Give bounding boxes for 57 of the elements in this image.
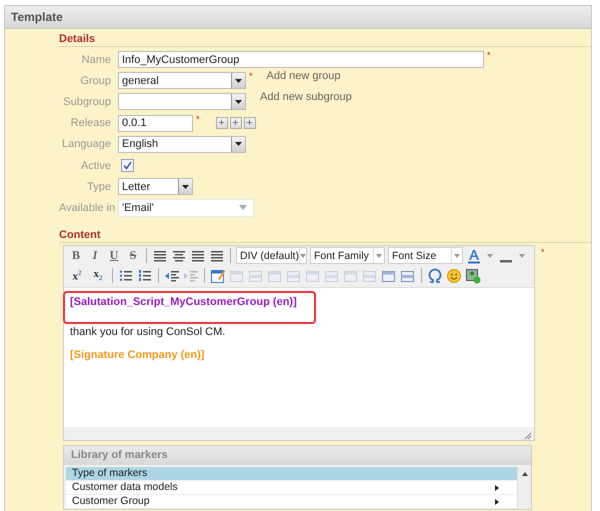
dropdown[interactable]: DIV (default) xyxy=(236,247,307,264)
add-button[interactable]: + xyxy=(230,117,242,130)
required-mark: * xyxy=(249,71,253,82)
editor-body[interactable]: [Salutation_Script_MyCustomerGroup (en)] thank you for using ConSol CM. [Signature Company (en)] xyxy=(64,286,534,426)
field-label: Group xyxy=(79,74,111,87)
field-label: Type xyxy=(86,180,111,193)
add-button[interactable]: + xyxy=(244,117,256,130)
strike-button[interactable]: S xyxy=(125,248,141,264)
numbered-list-icon[interactable] xyxy=(137,268,153,284)
italic-button[interactable]: I xyxy=(87,248,103,264)
marker-list-item[interactable]: Customer data models xyxy=(66,480,517,494)
library-title: Library of markers xyxy=(64,446,531,464)
multi-select-field[interactable]: 'Email' xyxy=(118,198,254,217)
panel-title: Template xyxy=(5,6,591,29)
text-field[interactable]: Info_MyCustomerGroup xyxy=(118,51,484,68)
add-button[interactable]: + xyxy=(216,117,228,130)
dropdown[interactable]: English xyxy=(118,136,246,153)
required-mark: * xyxy=(487,50,491,60)
field-label: Active xyxy=(80,160,111,172)
body-text: thank you for using ConSol CM. xyxy=(70,326,226,338)
resize-grip-icon[interactable] xyxy=(523,430,532,440)
underline-button[interactable]: U xyxy=(106,248,122,264)
bullet-list-icon[interactable] xyxy=(118,268,134,284)
section-heading: Content xyxy=(59,228,101,240)
marker-list-item[interactable]: Type of markers xyxy=(66,466,517,480)
field-label: Name xyxy=(80,54,111,66)
dropdown-arrow-icon[interactable] xyxy=(235,100,242,104)
marker-text: [Signature Company (en)] xyxy=(70,348,204,360)
scroll-up-arrow-icon[interactable] xyxy=(522,472,528,476)
omega-icon[interactable] xyxy=(427,268,443,284)
field-label: Language xyxy=(61,138,111,150)
dropdown[interactable]: Letter xyxy=(118,178,193,196)
font-color-icon[interactable] xyxy=(466,248,482,264)
scrollbar[interactable] xyxy=(517,466,531,508)
dropdown-arrow-icon[interactable] xyxy=(235,78,242,83)
subscript-button[interactable]: x$_{2}$ xyxy=(89,268,107,283)
smiley-icon[interactable] xyxy=(446,268,462,284)
marker-text: [Salutation_Script_MyCustomerGroup (en)] xyxy=(70,296,297,308)
checkbox[interactable] xyxy=(121,159,134,172)
bold-button[interactable]: B xyxy=(68,248,84,264)
field-label: Release xyxy=(70,117,111,130)
text-field[interactable]: 0.0.1 xyxy=(118,114,193,132)
required-mark: * xyxy=(196,114,200,124)
add-link[interactable]: Add new group xyxy=(266,70,341,82)
dropdown[interactable]: Font Family xyxy=(310,247,385,264)
table-edit-icon[interactable] xyxy=(210,268,226,284)
field-label: Subgroup xyxy=(62,96,111,108)
required-mark: * xyxy=(541,246,545,256)
dropdown-arrow-icon[interactable] xyxy=(235,142,242,146)
section-heading: Details xyxy=(59,33,96,45)
marker-list-item[interactable]: Customer Group xyxy=(66,494,517,508)
dropdown-arrow-icon[interactable] xyxy=(182,184,189,189)
dropdown[interactable]: general xyxy=(118,72,246,90)
add-link[interactable]: Add new subgroup xyxy=(260,91,352,104)
image-icon[interactable] xyxy=(465,268,481,284)
superscript-button[interactable]: x$^{2}$ xyxy=(68,268,86,282)
dropdown[interactable]: Font Size xyxy=(388,247,463,264)
